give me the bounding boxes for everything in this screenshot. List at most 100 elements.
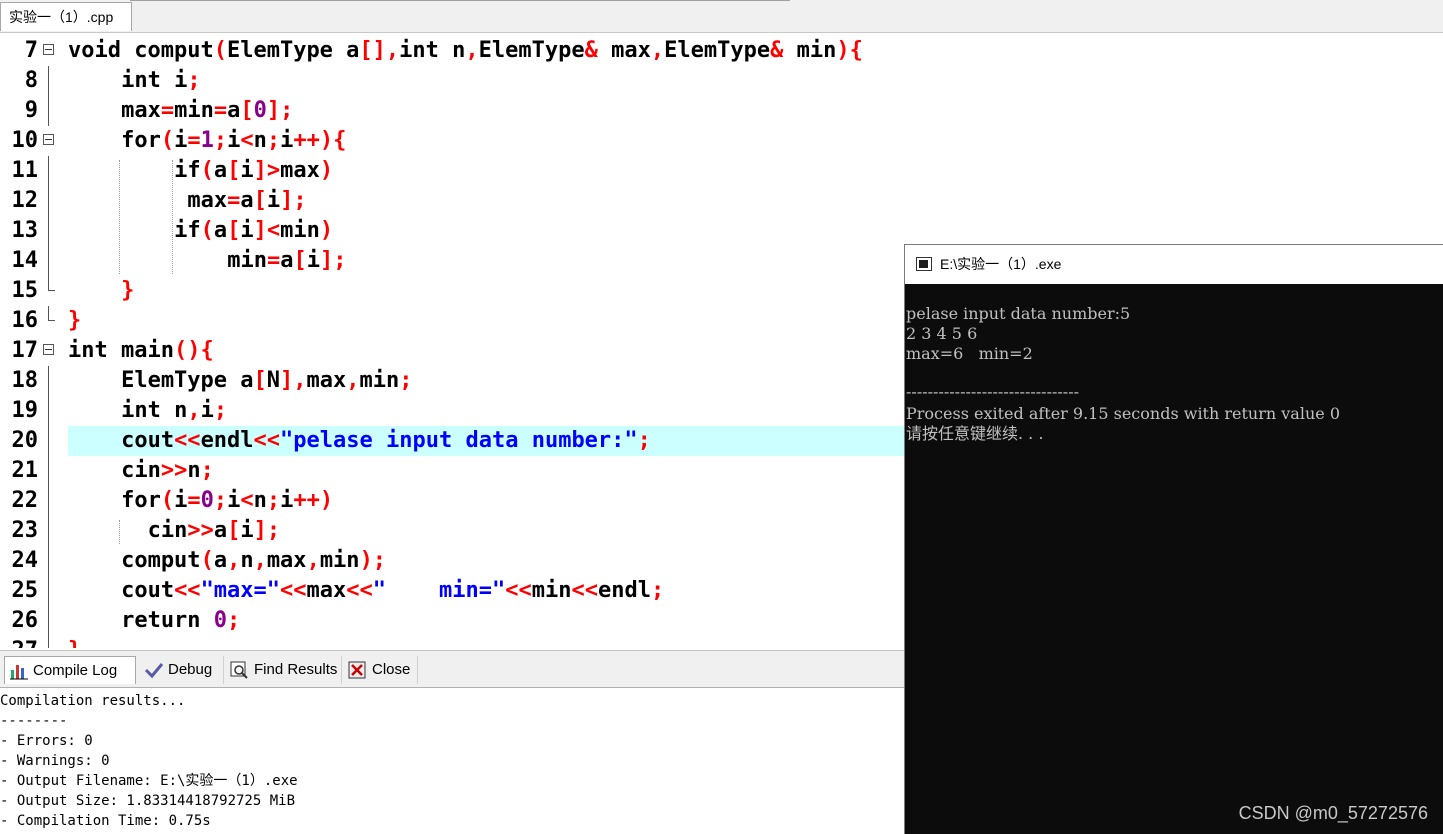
code-token: , — [227, 548, 241, 573]
bottom-panel-tabs: Compile Log Debug Find Results Close — [0, 650, 906, 688]
fold-guide — [48, 606, 49, 636]
code-token: 0 — [253, 98, 267, 123]
code-token: ElemType a — [121, 368, 254, 393]
code-token: ); — [359, 548, 387, 573]
code-line[interactable]: 10 for(i=1;i<n;i++){ — [0, 126, 1443, 156]
console-titlebar[interactable]: E:\实验一（1）.exe — [905, 245, 1443, 284]
code-token: min — [319, 548, 360, 573]
code-token: << — [505, 578, 532, 603]
code-token: << — [571, 578, 599, 603]
log-line: - Output Filename: E:\实验一（1）.exe — [0, 773, 298, 789]
code-token: n — [174, 398, 188, 423]
code-token: ElemType a — [226, 38, 360, 63]
code-line[interactable]: 7 void comput(ElemType a[],int n,ElemType… — [0, 36, 1443, 66]
code-token: [ — [240, 98, 254, 123]
fold-guide — [48, 576, 49, 606]
code-token: << — [174, 578, 201, 603]
console-window[interactable]: E:\实验一（1）.exe pelase input data number:5… — [904, 244, 1443, 834]
tab-file-cpp[interactable]: 实验一（1）.cpp — [0, 2, 132, 31]
code-line[interactable]: 12 max=a[i]; — [0, 186, 1443, 216]
code-token: , — [650, 38, 665, 63]
fold-guide — [48, 516, 49, 546]
tab-debug-label: Debug — [168, 661, 213, 678]
code-token: n — [253, 128, 267, 153]
line-number: 14 — [11, 248, 39, 273]
code-token: ; — [399, 368, 413, 393]
code-token: < — [240, 128, 254, 153]
code-text: if(a[i]<min) — [68, 216, 335, 246]
code-token: a — [227, 98, 241, 123]
console-line: 请按任意键继续. . . — [906, 424, 1044, 443]
tab-find-results[interactable]: Find Results — [226, 656, 342, 684]
fold-toggle-icon[interactable] — [43, 344, 54, 355]
code-token: ]; — [280, 188, 307, 213]
console-output[interactable]: pelase input data number:5 2 3 4 5 6 max… — [905, 284, 1443, 834]
code-text: for(i=1;i<n;i++){ — [68, 126, 348, 156]
code-text: max=min=a[0]; — [68, 96, 295, 126]
indent-guide — [119, 520, 121, 544]
code-token: max — [280, 158, 320, 183]
code-token: ){ — [836, 38, 863, 63]
code-token: i — [227, 488, 241, 513]
code-token: 1 — [200, 128, 214, 153]
code-token: for — [121, 128, 161, 153]
log-line: Compilation results... — [0, 693, 186, 709]
tab-debug[interactable]: Debug — [140, 656, 224, 684]
code-token: ; — [187, 68, 201, 93]
code-token: , — [306, 548, 320, 573]
line-number: 19 — [11, 398, 39, 423]
fold-toggle-icon[interactable] — [43, 134, 54, 145]
fold-guide — [48, 216, 49, 246]
fold-guide — [48, 66, 49, 96]
fold-end-marker — [48, 276, 55, 291]
code-token: i — [174, 68, 188, 93]
code-token: ++){ — [293, 128, 347, 153]
code-token: & — [584, 38, 612, 63]
code-line[interactable]: 11 if(a[i]>max) — [0, 156, 1443, 186]
fold-end-marker — [48, 636, 55, 648]
code-token: } — [68, 308, 82, 333]
tab-compile-log[interactable]: Compile Log — [4, 656, 136, 684]
code-token: ( — [200, 218, 214, 243]
code-line[interactable]: 9 max=min=a[0]; — [0, 96, 1443, 126]
code-line[interactable]: 8 int i; — [0, 66, 1443, 96]
code-token: if — [174, 218, 201, 243]
code-token: min — [174, 98, 214, 123]
code-token: ; — [213, 128, 228, 153]
indent-guide — [172, 160, 174, 274]
line-number: 8 — [24, 68, 38, 93]
code-text: cin>>a[i]; — [68, 516, 282, 546]
fold-toggle-icon[interactable] — [43, 44, 54, 55]
tab-close[interactable]: Close — [344, 656, 418, 684]
check-icon — [144, 661, 164, 679]
code-token: max — [121, 98, 161, 123]
code-token: = — [266, 248, 281, 273]
line-number: 12 — [11, 188, 39, 213]
code-token: max — [187, 188, 228, 213]
code-text: } — [68, 306, 83, 336]
code-token: a — [280, 248, 294, 273]
code-token: n — [187, 458, 201, 483]
log-line: - Compilation Time: 0.75s — [0, 813, 211, 829]
fold-guide — [48, 426, 49, 456]
code-token: [ — [227, 218, 241, 243]
code-token: ; — [200, 458, 214, 483]
code-text: max=a[i]; — [68, 186, 309, 216]
watermark: CSDN @m0_57272576 — [1238, 803, 1428, 823]
code-token: ; — [650, 578, 665, 603]
line-number: 24 — [11, 548, 39, 573]
code-token: i — [240, 158, 254, 183]
code-token: ( — [160, 488, 175, 513]
code-token: n — [253, 488, 267, 513]
code-line[interactable]: 13 if(a[i]<min) — [0, 216, 1443, 246]
console-line: Process exited after 9.15 seconds with r… — [906, 404, 1340, 423]
code-token: ElemType — [664, 38, 771, 63]
code-token: i — [280, 488, 294, 513]
code-token: ]; — [266, 98, 294, 123]
fold-guide — [48, 246, 49, 276]
code-token: 0 — [200, 488, 214, 513]
fold-guide — [48, 366, 49, 396]
line-number: 21 — [11, 458, 39, 483]
fold-guide — [48, 396, 49, 426]
code-token: int — [121, 398, 175, 423]
